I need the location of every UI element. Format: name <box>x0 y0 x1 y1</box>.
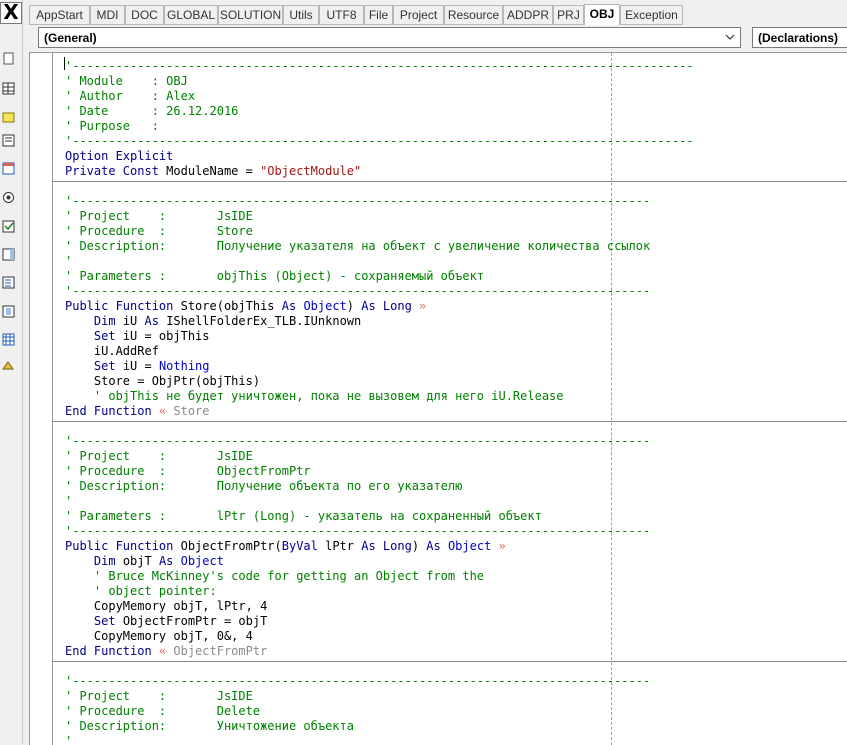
code-line[interactable]: ' Module : OBJ <box>65 74 188 89</box>
procedure-separator <box>52 421 847 422</box>
code-line[interactable]: ' Project : JsIDE <box>65 449 253 464</box>
tab-resource[interactable]: Resource <box>444 5 503 25</box>
code-line[interactable]: ' Procedure : ObjectFromPtr <box>65 464 311 479</box>
chevron-down-icon[interactable] <box>723 28 737 47</box>
code-line[interactable]: ' Parameters : objThis (Object) - сохран… <box>65 269 484 284</box>
code-line[interactable]: ' Description: Уничтожение объекта <box>65 719 354 734</box>
tab-exception[interactable]: Exception <box>620 5 683 25</box>
code-line[interactable]: ' <box>65 494 72 509</box>
code-line[interactable]: ' Description: Получение указателя на об… <box>65 239 650 254</box>
code-line[interactable]: ' Author : Alex <box>65 89 195 104</box>
code-line[interactable]: '---------------------------------------… <box>65 674 650 689</box>
code-line[interactable]: Store = ObjPtr(objThis) <box>65 374 260 389</box>
tab-addpr[interactable]: ADDPR <box>503 5 553 25</box>
window-tool-icon[interactable] <box>2 162 15 175</box>
code-margin <box>30 53 53 745</box>
code-line[interactable]: ' object pointer: <box>65 584 217 599</box>
option-tool-icon[interactable] <box>2 191 15 204</box>
combo-tool-icon[interactable] <box>2 276 15 289</box>
tab-appstart[interactable]: AppStart <box>29 5 90 25</box>
line-length-guide <box>611 53 612 745</box>
tab-obj[interactable]: OBJ <box>584 4 620 26</box>
tab-project[interactable]: Project <box>393 5 444 25</box>
tab-global[interactable]: GLOBAL <box>164 5 218 25</box>
code-line[interactable]: ' Procedure : Store <box>65 224 253 239</box>
pointer-tool-icon[interactable] <box>2 52 15 65</box>
code-line[interactable]: '---------------------------------------… <box>65 134 694 149</box>
code-line[interactable]: Option Explicit <box>65 149 173 164</box>
tab-utf8[interactable]: UTF8 <box>319 5 364 25</box>
code-line[interactable]: ' Description: Получение объекта по его … <box>65 479 462 494</box>
listbox-tool-icon[interactable] <box>2 248 15 261</box>
misc-tool-icon[interactable] <box>2 360 15 373</box>
procedure-combo-value: (Declarations) <box>758 31 839 45</box>
code-line[interactable]: Private Const ModuleName = "ObjectModule… <box>65 164 361 179</box>
code-line[interactable]: ' Project : JsIDE <box>65 209 253 224</box>
code-line[interactable]: End Function « Store <box>65 404 210 419</box>
code-line[interactable]: ' Purpose : <box>65 119 159 134</box>
code-line[interactable]: ' <box>65 734 72 745</box>
calendar-tool-icon[interactable] <box>2 333 15 346</box>
code-line[interactable]: Set iU = objThis <box>65 329 210 344</box>
code-line[interactable]: '---------------------------------------… <box>65 524 650 539</box>
grid-tool-icon[interactable] <box>2 82 15 95</box>
code-line[interactable]: iU.AddRef <box>65 344 159 359</box>
procedure-combo[interactable]: (Declarations) <box>752 27 847 48</box>
procedure-separator <box>52 181 847 182</box>
code-line[interactable]: Dim iU As IShellFolderEx_TLB.IUnknown <box>65 314 361 329</box>
code-line[interactable]: ' objThis не будет уничтожен, пока не вы… <box>65 389 564 404</box>
scroll-tool-icon[interactable] <box>2 305 15 318</box>
code-line[interactable]: CopyMemory objT, lPtr, 4 <box>65 599 267 614</box>
code-line[interactable]: ' <box>65 254 72 269</box>
code-line[interactable]: End Function « ObjectFromPtr <box>65 644 267 659</box>
code-line[interactable]: ' Procedure : Delete <box>65 704 260 719</box>
tab-utils[interactable]: Utils <box>283 5 319 25</box>
procedure-separator <box>52 661 847 662</box>
code-line[interactable]: ' Project : JsIDE <box>65 689 253 704</box>
toolbox-strip: X <box>0 0 23 744</box>
tab-prj[interactable]: PRJ <box>553 5 584 25</box>
tab-mdi[interactable]: MDI <box>90 5 125 25</box>
code-line[interactable]: Public Function ObjectFromPtr(ByVal lPtr… <box>65 539 506 554</box>
code-line[interactable]: Set ObjectFromPtr = objT <box>65 614 267 629</box>
code-line[interactable]: ' Bruce McKinney's code for getting an O… <box>65 569 484 584</box>
checkbox-tool-icon[interactable] <box>2 220 15 233</box>
code-line[interactable]: '---------------------------------------… <box>65 284 650 299</box>
code-line[interactable]: ' Parameters : lPtr (Long) - указатель н… <box>65 509 542 524</box>
label-tool-icon[interactable] <box>2 111 15 124</box>
code-line[interactable]: Set iU = Nothing <box>65 359 210 374</box>
code-line[interactable]: '---------------------------------------… <box>65 59 694 74</box>
object-combo[interactable]: (General) <box>38 27 741 48</box>
tab-solution[interactable]: SOLUTION <box>218 5 283 25</box>
object-combo-value: (General) <box>44 31 97 45</box>
frame-tool-icon[interactable] <box>2 134 15 147</box>
close-icon[interactable]: X <box>0 2 22 24</box>
code-line[interactable]: CopyMemory objT, 0&, 4 <box>65 629 253 644</box>
code-line[interactable]: ' Date : 26.12.2016 <box>65 104 238 119</box>
code-line[interactable]: '---------------------------------------… <box>65 194 650 209</box>
module-tab-bar: AppStart MDI DOC GLOBAL SOLUTION Utils UTF8 Fil… <box>29 4 847 26</box>
code-line[interactable]: Dim objT As Object <box>65 554 224 569</box>
tab-file[interactable]: File <box>364 5 393 25</box>
tab-doc[interactable]: DOC <box>125 5 164 25</box>
code-line[interactable]: '---------------------------------------… <box>65 434 650 449</box>
code-line[interactable]: Public Function Store(objThis As Object)… <box>65 299 426 314</box>
code-header-row: (General) (Declarations) <box>29 25 847 51</box>
code-editor[interactable]: '---------------------------------------… <box>29 52 847 745</box>
